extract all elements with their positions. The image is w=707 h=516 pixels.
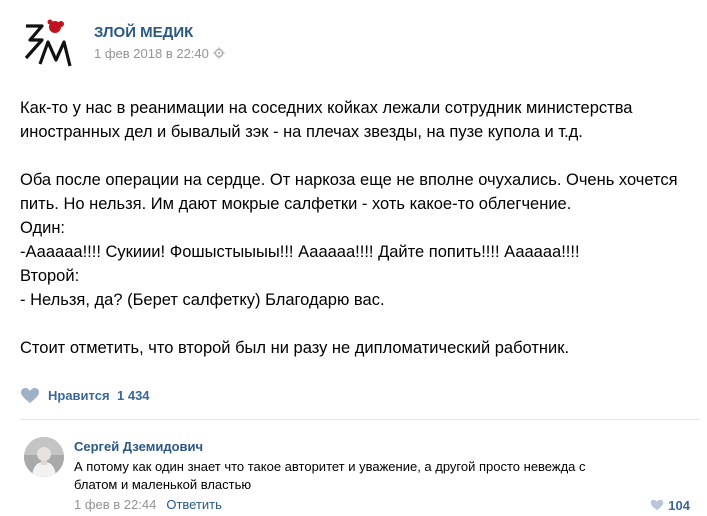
post-date-text[interactable]: 1 фев 2018 в 22:40 — [94, 46, 209, 61]
likes-label[interactable]: Нравится — [48, 388, 110, 403]
post-line: Оба после операции на сердце. От наркоза… — [20, 171, 678, 189]
post-paragraph: Оба после операции на сердце. От наркоза… — [20, 168, 695, 312]
post-header: ЗЛОЙ МЕДИК 1 фев 2018 в 22:40 — [20, 14, 680, 70]
comment-author[interactable]: Сергей Дземидович — [74, 439, 203, 454]
post-author-name[interactable]: ЗЛОЙ МЕДИК — [94, 24, 193, 41]
reply-button[interactable]: Ответить — [166, 497, 222, 512]
likes-count[interactable]: 1 434 — [117, 388, 150, 403]
comment-date[interactable]: 1 фев в 22:44 — [74, 497, 156, 512]
divider — [20, 419, 700, 420]
comment-meta: 1 фев в 22:44 Ответить — [74, 497, 222, 512]
gear-icon — [213, 47, 225, 59]
post-date[interactable]: 1 фев 2018 в 22:40 — [94, 46, 225, 61]
post-line: -Аааааа!!!! Сукиии! Фошыстыыыы!!! Аааааа… — [20, 243, 580, 261]
post-text: Как-то у нас в реанимации на соседних ко… — [20, 96, 695, 384]
comment-line: блатом и маленькой властью — [74, 477, 252, 492]
post-line: иностранных дел и бывалый зэк - на плеча… — [20, 123, 583, 141]
comment-text: А потому как один знает что такое автори… — [74, 458, 674, 494]
comment-likes-count[interactable]: 104 — [668, 498, 690, 513]
comment-like-button[interactable]: 104 — [650, 497, 690, 513]
post-paragraph: Стоит отметить, что второй был ни разу н… — [20, 336, 695, 360]
heart-icon — [650, 499, 664, 511]
avatar[interactable] — [24, 437, 64, 477]
post-line: пить. Но нельзя. Им дают мокрые салфетки… — [20, 195, 572, 213]
community-logo[interactable] — [20, 16, 76, 72]
post-line: Второй: — [20, 267, 80, 285]
post-paragraph: Как-то у нас в реанимации на соседних ко… — [20, 96, 695, 144]
post-line: Стоит отметить, что второй был ни разу н… — [20, 339, 570, 357]
heart-icon — [21, 388, 39, 403]
post-line: - Нельзя, да? (Берет салфетку) Благодарю… — [20, 291, 385, 309]
post-line: Как-то у нас в реанимации на соседних ко… — [20, 99, 633, 117]
avatar-image — [24, 437, 64, 477]
comment-line: А потому как один знает что такое автори… — [74, 459, 586, 474]
comment: Сергей Дземидович А потому как один знае… — [22, 434, 702, 514]
post-line: Один: — [20, 219, 66, 237]
